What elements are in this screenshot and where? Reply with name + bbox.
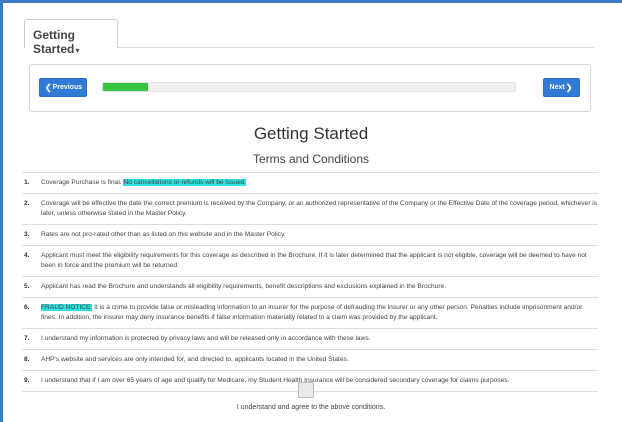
term-text: I understand that if I am over 65 years … xyxy=(41,376,598,386)
term-text-main: Coverage will be effective the date the … xyxy=(41,200,597,217)
term-text-main: Coverage Purchase is final. xyxy=(41,179,124,186)
term-text: Applicant has read the Brochure and unde… xyxy=(41,282,598,292)
term-item: 5. Applicant has read the Brochure and un… xyxy=(22,276,598,297)
term-item: 2. Coverage will be effective the date th… xyxy=(22,193,598,224)
term-text: Rates are not pro-rated other than as li… xyxy=(41,230,598,240)
term-text: I understand my information is protected… xyxy=(41,334,598,344)
term-number: 8. xyxy=(24,356,30,363)
term-text-main: Applicant has read the Brochure and unde… xyxy=(41,283,447,290)
term-number: 2. xyxy=(24,200,30,207)
next-button[interactable]: Next ❯ xyxy=(543,78,580,97)
previous-button[interactable]: ❮ Previous xyxy=(39,78,87,97)
term-text-main: AHP's website and services are only inte… xyxy=(41,356,349,363)
agree-checkbox[interactable] xyxy=(298,382,314,398)
chevron-down-icon: ▾ xyxy=(75,46,80,55)
previous-button-label: Previous xyxy=(52,84,83,91)
tab-getting-started[interactable]: Getting Started▾ xyxy=(24,19,118,56)
term-item: 6. FRAUD NOTICE: It is a crime to provide… xyxy=(22,297,598,328)
window-top-border xyxy=(0,0,622,3)
term-item: 7. I understand my information is protect… xyxy=(22,328,598,349)
page-subtitle: Terms and Conditions xyxy=(252,152,370,166)
next-button-label: Next xyxy=(549,84,565,91)
term-text-main: I understand that if I am over 65 years … xyxy=(41,377,510,384)
term-text: Applicant must meet the eligibility requ… xyxy=(41,251,598,271)
term-item: 1. Coverage Purchase is final. No cancell… xyxy=(22,172,598,193)
term-text: Coverage Purchase is final. No cancellat… xyxy=(41,178,598,188)
tab-label: Getting Started xyxy=(33,28,75,56)
term-number: 3. xyxy=(24,231,30,238)
term-number: 6. xyxy=(24,304,30,311)
agree-label: I understand and agree to the above cond… xyxy=(236,404,386,411)
page-title: Getting Started xyxy=(253,124,369,143)
term-text: Coverage will be effective the date the … xyxy=(41,199,598,219)
chevron-left-icon: ❮ xyxy=(44,83,52,92)
terms-list: 1. Coverage Purchase is final. No cancell… xyxy=(22,172,598,392)
term-number: 7. xyxy=(24,335,30,342)
term-number: 1. xyxy=(24,179,30,186)
window-left-border xyxy=(0,0,3,422)
term-text-rest: It is a crime to provide false or mislea… xyxy=(41,304,583,321)
term-text: FRAUD NOTICE: It is a crime to provide f… xyxy=(41,303,598,323)
term-item: 4. Applicant must meet the eligibility re… xyxy=(22,245,598,276)
term-highlight: FRAUD NOTICE: xyxy=(41,304,93,311)
term-item: 3. Rates are not pro-rated other than as … xyxy=(22,224,598,245)
progress-bar xyxy=(102,82,516,92)
term-text-main: I understand my information is protected… xyxy=(41,335,371,342)
chevron-right-icon: ❯ xyxy=(565,83,573,92)
term-item: 8. AHP's website and services are only in… xyxy=(22,349,598,370)
term-text: AHP's website and services are only inte… xyxy=(41,355,598,365)
progress-bar-fill xyxy=(103,83,149,91)
term-number: 4. xyxy=(24,252,30,259)
term-highlight: No cancellations or refunds will be issu… xyxy=(123,179,247,186)
term-text-main: Applicant must meet the eligibility requ… xyxy=(41,252,587,269)
progress-panel: ❮ Previous Next ❯ xyxy=(29,64,591,112)
term-number: 5. xyxy=(24,283,30,290)
term-number: 9. xyxy=(24,377,30,384)
term-text-main: Rates are not pro-rated other than as li… xyxy=(41,231,286,238)
